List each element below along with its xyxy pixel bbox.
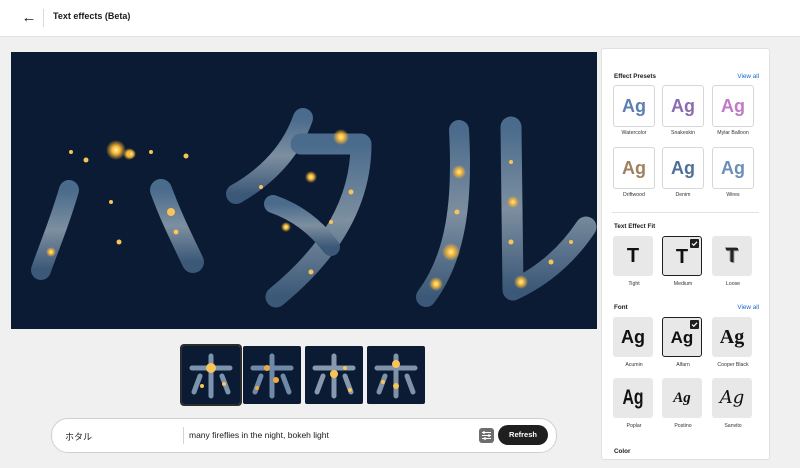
refresh-button[interactable]: Refresh [498,425,548,445]
variation-thumbnail[interactable] [305,346,363,404]
thumbnail-image [250,353,294,399]
font-postino-option[interactable]: Ag [662,378,702,418]
prompt-bar: ホタル many fireflies in the night, bokeh l… [51,418,557,453]
color-heading: Color [614,448,631,455]
font-poplar-option[interactable]: Ag [613,378,653,418]
prompt-divider [183,427,184,444]
back-arrow-icon[interactable]: ← [18,8,40,28]
firefly-text-artwork [23,103,597,308]
sliders-glyph [482,431,491,440]
fit-loose-option[interactable]: T [712,236,752,276]
font-label: Sanvito [724,423,742,429]
font-sample: Ag [719,326,745,348]
thumbnail-image [312,353,356,399]
font-sanvito-option[interactable]: Ag [712,378,752,418]
variation-thumbnail[interactable] [180,344,242,406]
preset-driftwood[interactable]: Ag [613,147,655,189]
text-input[interactable]: ホタル [65,430,92,443]
font-alfarn-option[interactable]: Ag [662,317,702,357]
fit-sample: T [626,245,640,267]
variation-thumbnail[interactable] [243,346,301,404]
settings-panel: Effect Presets View all Ag Ag Ag Waterco… [601,48,770,460]
effect-presets-view-all-link[interactable]: View all [737,73,759,80]
preset-sample: Ag [721,158,745,178]
preset-wires[interactable]: Ag [712,147,754,189]
fit-label: Loose [725,281,741,287]
font-sample: Ag [621,327,645,347]
text-effect-fit-heading: Text Effect Fit [614,223,656,230]
variation-thumbnail[interactable] [367,346,425,404]
preset-label: Wires [726,192,740,198]
page-title: Text effects (Beta) [53,11,131,21]
preset-sample: Ag [721,96,745,116]
preset-sample: Ag [671,158,695,178]
font-acumin-option[interactable]: Ag [613,317,653,357]
fit-sample: T [725,245,739,267]
checkmark-glyph [691,241,698,247]
font-view-all-link[interactable]: View all [737,304,759,311]
font-sample: Ag [719,387,745,408]
preset-label: Mylar Balloon [717,130,749,136]
prompt-input[interactable]: many fireflies in the night, bokeh light [189,430,329,440]
preset-denim[interactable]: Ag [662,147,704,189]
preset-sample: Ag [671,96,695,116]
preset-sample: Ag [622,158,646,178]
header-divider [43,9,44,27]
sliders-icon[interactable] [479,428,494,443]
font-sample: Ag [673,390,691,406]
font-heading: Font [614,304,628,311]
preset-mylar-balloon[interactable]: Ag [712,85,754,127]
thumbnail-image [189,353,233,399]
fit-medium-option[interactable]: T [662,236,702,276]
checkmark-glyph [691,322,698,328]
font-label: Cooper Black [717,362,749,368]
top-bar: ← Text effects (Beta) [0,0,800,37]
thumbnail-image [374,353,418,399]
generated-image-canvas [11,52,597,329]
section-divider [612,212,759,213]
checkmark-icon [690,239,699,248]
preset-sample: Ag [622,96,646,116]
font-sample: Ag [622,386,644,409]
checkmark-icon [690,320,699,329]
preset-watercolor[interactable]: Ag [613,85,655,127]
preset-snakeskin[interactable]: Ag [662,85,704,127]
font-cooper-black-option[interactable]: Ag [712,317,752,357]
fit-tight-option[interactable]: T [613,236,653,276]
effect-presets-heading: Effect Presets [614,73,656,80]
